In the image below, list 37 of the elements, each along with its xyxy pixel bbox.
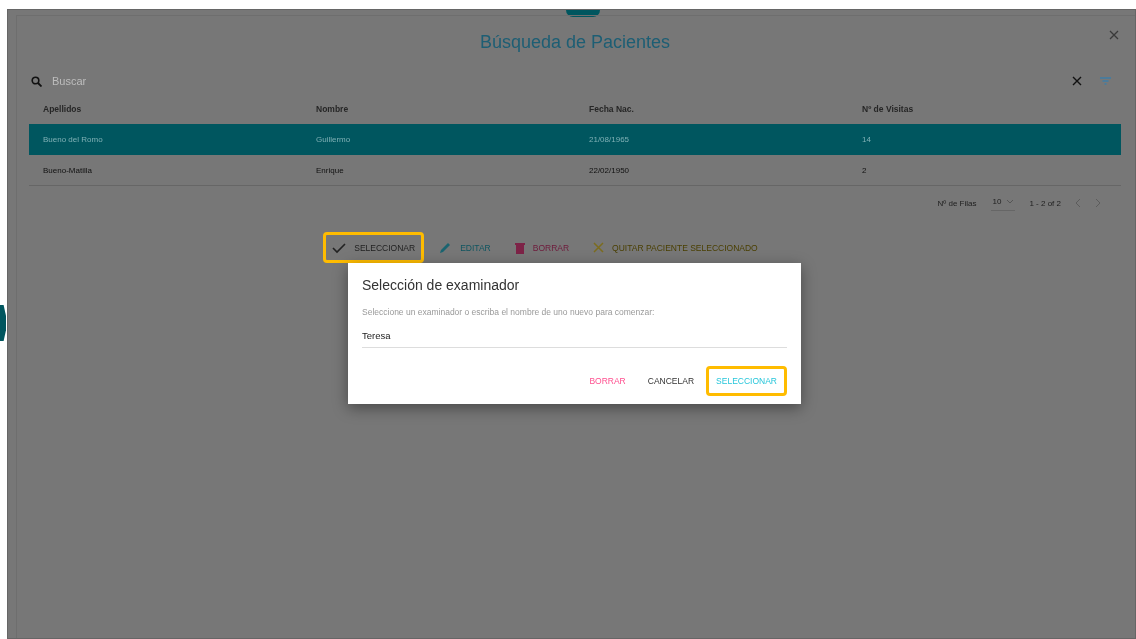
table-cell[interactable]: Enrique — [302, 154, 575, 186]
edit-button[interactable]: EDITAR — [430, 232, 500, 263]
column-header[interactable]: Fecha Nac. — [575, 94, 848, 124]
dialog-message: Seleccione un examinador o escriba el nombre de uno nuevo para comenzar: — [362, 307, 656, 317]
clear-button[interactable]: QUITAR PACIENTE SELECCIONADO — [584, 232, 767, 263]
search-icon — [31, 75, 42, 87]
close-icon[interactable] — [1072, 76, 1082, 86]
confirm-button[interactable]: SELECCIONAR — [706, 366, 787, 396]
rows-per-page-label: Nº de Filas — [937, 198, 977, 208]
search-field[interactable]: Buscar — [50, 74, 1064, 88]
page-range: 1 - 2 of 2 — [1029, 198, 1061, 208]
tab-handle — [0, 305, 6, 341]
column-header[interactable]: Nº de Visitas — [848, 94, 1121, 124]
trash-icon — [514, 241, 525, 254]
chevron-left-icon[interactable] — [1075, 199, 1081, 207]
chevron-right-icon[interactable] — [1095, 199, 1101, 207]
rows-per-page-select[interactable]: 10 — [990, 195, 1016, 211]
table-cell[interactable]: Guillermo — [302, 124, 575, 155]
close-icon — [593, 242, 605, 253]
table-cell[interactable]: 14 — [848, 124, 1121, 155]
column-header[interactable]: Nombre — [302, 94, 575, 124]
dialog-title: Selección de examinador — [362, 277, 521, 293]
select-button[interactable]: SELECCIONAR — [323, 232, 425, 263]
caret-icon — [1007, 199, 1014, 204]
column-header[interactable]: Apellidos — [29, 94, 302, 124]
table-cell[interactable]: 22/02/1950 — [575, 154, 848, 186]
table-cell[interactable]: Bueno-Matilla — [29, 154, 302, 186]
check-icon — [332, 241, 347, 254]
panel-title: Búsqueda de Pacientes — [479, 31, 671, 53]
table-cell[interactable]: Bueno del Romo — [29, 124, 302, 155]
close-icon[interactable] — [1109, 30, 1119, 40]
delete-button[interactable]: BORRAR — [505, 232, 579, 263]
tab-handle — [566, 10, 600, 17]
filter-icon[interactable] — [1100, 77, 1111, 85]
table-cell[interactable]: 21/08/1965 — [575, 124, 848, 155]
table-cell[interactable]: 2 — [848, 154, 1121, 186]
pencil-icon — [439, 241, 453, 254]
